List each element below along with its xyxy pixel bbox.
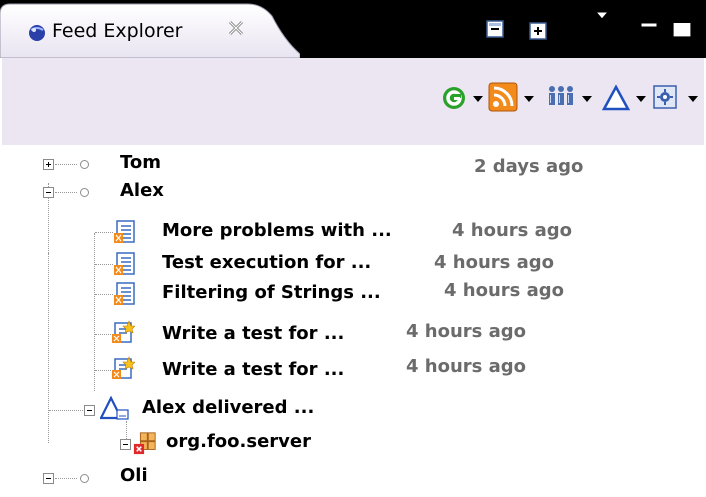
tree-row-label: Write a test for ... [162,323,345,344]
tree-row-label: Oli [120,465,148,486]
people-icon [549,86,573,105]
view-menu-icon[interactable] [594,10,610,22]
tab-feed-explorer[interactable]: Feed Explorer [0,0,300,58]
build-icon [601,84,631,111]
tree-row-time: 4 hours ago [452,220,573,241]
tree-connector [55,478,77,480]
tree-row-alex[interactable]: Alex [2,178,706,208]
tree-row-label: Alex [120,180,164,201]
package-error-icon [133,432,156,455]
tree-connector [95,294,113,296]
view-toolbar [0,58,706,145]
tree-row-time: 2 days ago [474,156,584,177]
tree-row-item[interactable]: Test execution for ... 4 hours ago [2,249,706,279]
tree-connector [55,192,77,194]
bug-report-icon [114,252,135,275]
expand-all-icon[interactable] [529,22,547,40]
chevron-down-icon[interactable] [636,96,646,102]
collapse-icon[interactable] [43,187,54,198]
tree-row-oli[interactable]: Oli [2,463,706,493]
bug-report-icon [114,220,135,243]
tree-row-tom[interactable]: Tom 2 days ago [2,150,706,180]
collapse-icon[interactable] [120,439,131,450]
tree-row-item[interactable]: More problems with ... 4 hours ago [2,217,706,247]
tree-row-label: Filtering of Strings ... [162,282,381,303]
build-button[interactable] [601,84,646,118]
tree-connector [55,164,77,166]
user-dot-icon [80,188,89,197]
maximize-icon[interactable] [672,18,692,38]
tree-row-label: More problems with ... [162,220,392,241]
bug-report-icon [114,282,135,305]
delivery-build-icon [100,396,129,420]
user-dot-icon [80,160,89,169]
minimize-icon[interactable] [640,22,658,28]
tree-row-label: Write a test for ... [162,359,345,380]
tree-row-item[interactable]: Write a test for ... 4 hours ago [2,355,706,385]
collapse-icon[interactable] [84,405,95,416]
tree-connector [95,264,113,266]
tree-row-label: Tom [120,152,162,173]
chevron-down-icon[interactable] [582,96,592,102]
tree-row-label: Test execution for ... [162,252,372,273]
collapse-all-icon[interactable] [486,20,504,38]
tree-connector [49,410,85,412]
tree-row-delivery[interactable]: Alex delivered ... [2,395,706,425]
view-title-bar: Feed Explorer [0,0,706,58]
tree-row-label: org.foo.server [166,431,311,452]
close-x-icon[interactable] [226,18,246,38]
feed-explorer-view: Feed Explorer Tom 2 days ago Alex More p… [0,0,706,497]
tree-row-time: 4 hours ago [434,252,555,273]
expand-icon[interactable] [43,159,54,170]
people-button[interactable] [546,84,594,118]
settings-button[interactable] [652,84,700,118]
settings-icon [653,85,677,109]
chevron-down-icon[interactable] [688,96,698,102]
user-dot-icon [80,474,89,483]
tree-row-time: 4 hours ago [406,356,527,377]
tree-row-label: Alex delivered ... [142,397,315,418]
refresh-button[interactable] [441,84,485,118]
chevron-down-icon[interactable] [524,96,534,102]
rss-feed-button[interactable] [488,82,538,118]
collapse-icon[interactable] [43,473,54,484]
tree-row-item[interactable]: Filtering of Strings ... 4 hours ago [2,279,706,309]
task-new-icon [112,320,135,343]
tree-row-time: 4 hours ago [444,280,565,301]
refresh-icon [443,87,465,109]
feed-globe-icon [29,25,45,41]
tree-connector [95,232,113,234]
tree-row-time: 4 hours ago [406,321,527,342]
chevron-down-icon[interactable] [473,96,483,102]
tab-title: Feed Explorer [52,20,183,42]
rss-feed-icon [488,82,518,112]
task-new-icon [112,356,135,379]
feed-tree: Tom 2 days ago Alex More problems with .… [0,145,706,497]
tree-row-package[interactable]: org.foo.server [2,429,706,459]
tree-row-item[interactable]: Write a test for ... 4 hours ago [2,319,706,349]
